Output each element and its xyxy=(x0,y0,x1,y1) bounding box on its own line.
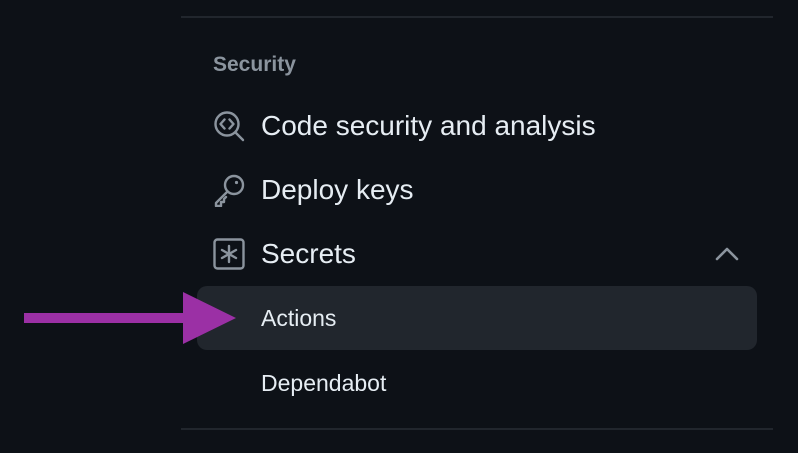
codescan-icon xyxy=(211,108,247,144)
asterisk-box-icon xyxy=(211,236,247,272)
sidebar-item-deploy-keys[interactable]: Deploy keys xyxy=(197,165,757,215)
section-heading-security: Security xyxy=(213,53,296,76)
key-icon xyxy=(211,172,247,208)
sidebar-subitem-label: Actions xyxy=(261,305,337,331)
arrow-shaft xyxy=(24,313,189,323)
sidebar-item-label: Code security and analysis xyxy=(261,110,596,141)
sidebar-subitem-label: Dependabot xyxy=(261,370,387,396)
sidebar-subitem-actions[interactable]: Actions xyxy=(197,286,757,350)
top-divider xyxy=(181,16,773,18)
bottom-divider xyxy=(181,428,773,430)
sidebar-item-secrets[interactable]: Secrets xyxy=(197,229,757,279)
sidebar-item-code-security[interactable]: Code security and analysis xyxy=(197,101,757,151)
sidebar-item-label: Secrets xyxy=(261,238,356,269)
arrow-head xyxy=(183,292,236,344)
sidebar-item-label: Deploy keys xyxy=(261,174,414,205)
settings-sidebar: Security Code security and analysis Depl… xyxy=(0,0,798,453)
sidebar-subitem-dependabot[interactable]: Dependabot xyxy=(197,351,757,415)
annotation-arrow xyxy=(24,292,236,344)
chevron-up-icon[interactable] xyxy=(713,241,741,267)
